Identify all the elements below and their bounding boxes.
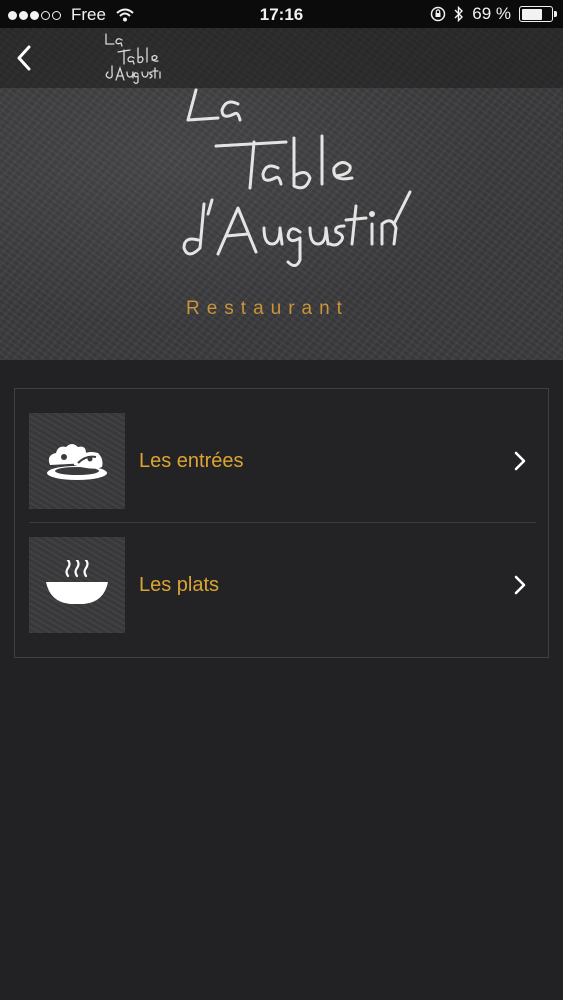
chevron-right-icon bbox=[508, 449, 532, 473]
menu-item-entrees[interactable]: Les entrées bbox=[29, 413, 536, 509]
small-logo bbox=[105, 33, 161, 85]
menu-item-label: Les plats bbox=[139, 573, 220, 596]
orientation-lock-icon bbox=[431, 6, 446, 22]
header-banner: Restaurant bbox=[0, 28, 563, 360]
salad-plate-icon bbox=[47, 444, 107, 480]
divider bbox=[29, 522, 536, 523]
restaurant-logo bbox=[182, 88, 412, 267]
chevron-right-icon bbox=[508, 573, 532, 597]
back-button[interactable] bbox=[6, 38, 42, 78]
nav-bar bbox=[0, 28, 563, 88]
menu-category-list: Les entrées Les plats bbox=[14, 388, 549, 658]
menu-item-label: Les entrées bbox=[139, 449, 244, 472]
restaurant-subtitle: Restaurant bbox=[186, 298, 349, 319]
bluetooth-icon bbox=[454, 6, 464, 22]
status-right: 69 % bbox=[430, 4, 557, 24]
menu-item-plats[interactable]: Les plats bbox=[29, 537, 536, 633]
steaming-bowl-icon bbox=[46, 560, 108, 604]
menu-item-thumbnail bbox=[29, 537, 125, 633]
battery-icon bbox=[519, 6, 557, 22]
battery-percentage: 69 % bbox=[472, 4, 511, 23]
status-bar: Free 17:16 69 % bbox=[0, 0, 563, 28]
chevron-left-icon bbox=[17, 45, 31, 71]
menu-item-thumbnail bbox=[29, 413, 125, 509]
